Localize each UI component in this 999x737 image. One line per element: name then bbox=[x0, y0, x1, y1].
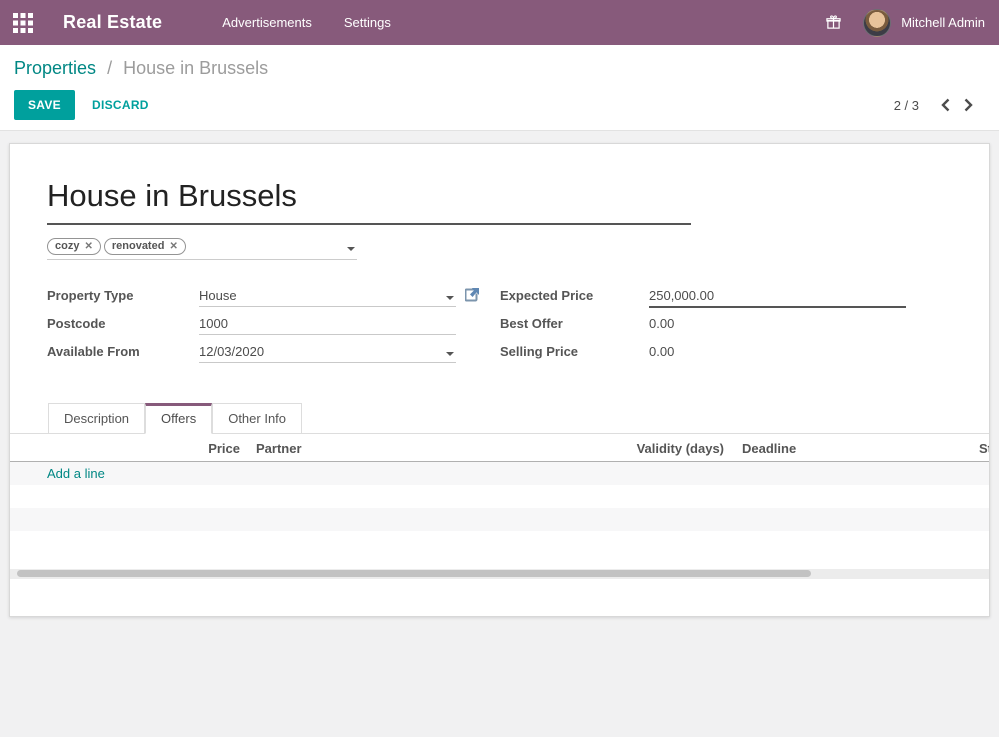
breadcrumb-current: House in Brussels bbox=[123, 58, 268, 78]
table-row-empty bbox=[10, 485, 989, 508]
field-property-type: Property Type House bbox=[47, 286, 483, 305]
tag-cozy[interactable]: cozy ✕ bbox=[47, 238, 101, 255]
field-label: Expected Price bbox=[500, 286, 649, 303]
field-label: Postcode bbox=[47, 314, 199, 331]
pager-value: 2 / 3 bbox=[894, 98, 919, 113]
horizontal-scrollbar[interactable] bbox=[10, 569, 989, 579]
field-available-from: Available From 12/03/2020 bbox=[47, 342, 483, 361]
selling-price-value: 0.00 bbox=[649, 342, 674, 359]
tags-dropdown-icon[interactable] bbox=[347, 247, 355, 251]
table-row-add-line: Add a line bbox=[10, 462, 989, 485]
control-panel-buttons: SAVE DISCARD 2 / 3 bbox=[14, 90, 983, 120]
tag-label: renovated bbox=[112, 240, 165, 252]
tag-renovated[interactable]: renovated ✕ bbox=[104, 238, 186, 255]
save-button[interactable]: SAVE bbox=[14, 90, 75, 120]
field-label: Selling Price bbox=[500, 342, 649, 359]
user-name[interactable]: Mitchell Admin bbox=[901, 15, 985, 30]
field-value: 12/03/2020 bbox=[199, 344, 264, 359]
table-row-empty bbox=[10, 531, 989, 554]
tag-label: cozy bbox=[55, 240, 79, 252]
sheet-bottom-space bbox=[10, 579, 989, 617]
field-postcode: Postcode 1000 bbox=[47, 314, 483, 333]
discard-button[interactable]: DISCARD bbox=[78, 91, 163, 119]
date-picker-caret-icon[interactable] bbox=[446, 352, 454, 356]
record-pager: 2 / 3 bbox=[894, 98, 973, 113]
external-link-icon[interactable] bbox=[465, 287, 480, 302]
topbar-right: Mitchell Admin bbox=[826, 9, 999, 37]
property-name-input[interactable]: House in Brussels bbox=[47, 179, 691, 225]
horizontal-scrollbar-thumb[interactable] bbox=[17, 570, 811, 577]
tab-description[interactable]: Description bbox=[48, 403, 145, 434]
gift-icon[interactable] bbox=[826, 15, 841, 30]
pager-next-icon[interactable] bbox=[964, 98, 973, 112]
field-expected-price: Expected Price 250,000.00 bbox=[500, 286, 936, 305]
top-menu: Advertisements Settings bbox=[220, 11, 393, 34]
available-from-input[interactable]: 12/03/2020 bbox=[199, 342, 456, 363]
offers-table-header: Price Partner Validity (days) Deadline S… bbox=[10, 434, 989, 462]
column-header-partner[interactable]: Partner bbox=[256, 441, 302, 456]
field-value: House bbox=[199, 288, 237, 303]
field-label: Best Offer bbox=[500, 314, 649, 331]
table-filler bbox=[10, 554, 989, 569]
add-a-line-link[interactable]: Add a line bbox=[47, 466, 105, 481]
column-header-price[interactable]: Price bbox=[150, 441, 240, 456]
field-grid: Property Type House bbox=[47, 286, 952, 370]
expected-price-input[interactable]: 250,000.00 bbox=[649, 286, 906, 308]
breadcrumb-separator: / bbox=[107, 58, 112, 78]
field-label: Property Type bbox=[47, 286, 199, 303]
best-offer-value: 0.00 bbox=[649, 314, 674, 331]
app-name[interactable]: Real Estate bbox=[63, 12, 162, 33]
user-avatar[interactable] bbox=[863, 9, 891, 37]
apps-menu-button[interactable] bbox=[0, 0, 46, 45]
form-view: House in Brussels cozy ✕ renovated ✕ Pro… bbox=[0, 131, 999, 617]
field-best-offer: Best Offer 0.00 bbox=[500, 314, 936, 333]
top-navbar: Real Estate Advertisements Settings Mitc… bbox=[0, 0, 999, 45]
tab-other-info[interactable]: Other Info bbox=[212, 403, 302, 434]
table-row-empty bbox=[10, 508, 989, 531]
property-type-input[interactable]: House bbox=[199, 286, 456, 307]
tag-remove-icon[interactable]: ✕ bbox=[84, 241, 92, 252]
tag-remove-icon[interactable]: ✕ bbox=[169, 241, 177, 252]
column-header-deadline[interactable]: Deadline bbox=[742, 441, 796, 456]
property-tags-field[interactable]: cozy ✕ renovated ✕ bbox=[47, 238, 357, 260]
tab-offers[interactable]: Offers bbox=[145, 403, 212, 434]
menu-advertisements[interactable]: Advertisements bbox=[220, 11, 314, 34]
breadcrumb-properties-link[interactable]: Properties bbox=[14, 58, 96, 78]
menu-settings[interactable]: Settings bbox=[342, 11, 393, 34]
pager-previous-icon[interactable] bbox=[941, 98, 950, 112]
dropdown-caret-icon[interactable] bbox=[446, 296, 454, 300]
field-value: 250,000.00 bbox=[649, 288, 714, 303]
fields-left-column: Property Type House bbox=[47, 286, 483, 370]
form-sheet: House in Brussels cozy ✕ renovated ✕ Pro… bbox=[9, 143, 990, 617]
field-selling-price: Selling Price 0.00 bbox=[500, 342, 936, 361]
notebook-tabs: Description Offers Other Info bbox=[10, 403, 989, 434]
column-header-validity[interactable]: Validity (days) bbox=[570, 441, 724, 456]
apps-grid-icon bbox=[13, 13, 33, 33]
column-header-status[interactable]: Status bbox=[979, 441, 989, 456]
control-panel: Properties / House in Brussels SAVE DISC… bbox=[0, 45, 999, 131]
field-label: Available From bbox=[47, 342, 199, 359]
postcode-input[interactable]: 1000 bbox=[199, 314, 456, 335]
breadcrumb: Properties / House in Brussels bbox=[14, 58, 983, 79]
field-value: 1000 bbox=[199, 316, 228, 331]
fields-right-column: Expected Price 250,000.00 Best Offer 0.0… bbox=[500, 286, 936, 370]
